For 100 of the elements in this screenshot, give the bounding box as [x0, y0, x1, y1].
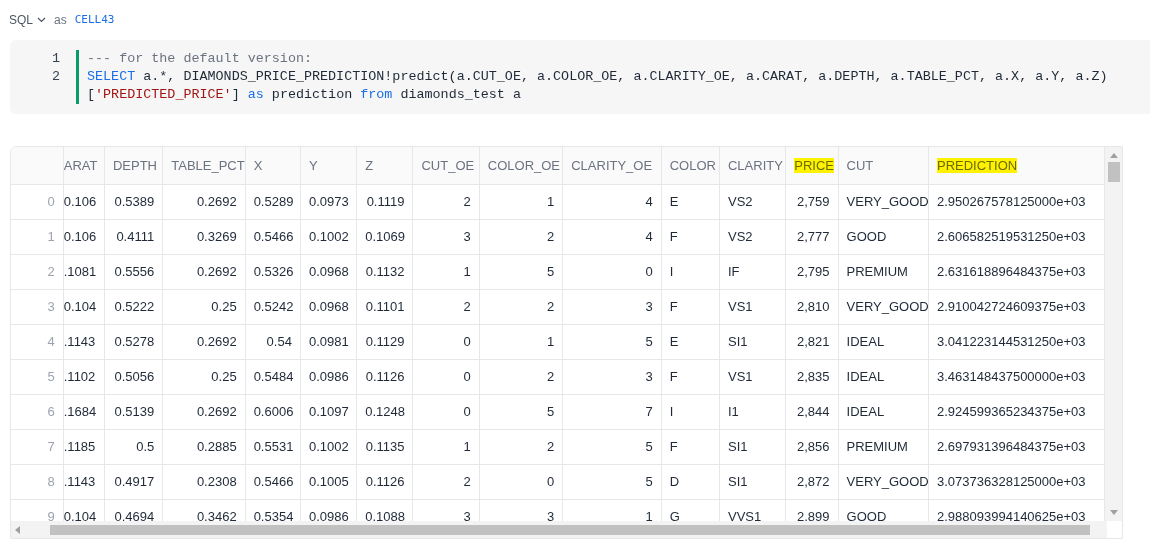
horizontal-scrollbar[interactable] — [11, 521, 1107, 538]
table-cell: .1143 — [63, 333, 96, 349]
table-cell: 0.1129 — [365, 333, 405, 349]
scroll-down-icon — [1109, 510, 1118, 515]
table-cell: 0.104 — [63, 298, 97, 314]
table-cell: 0.2692 — [196, 193, 237, 209]
table-cell: 0.54 — [266, 333, 292, 349]
table-cell: VS1 — [727, 368, 753, 384]
table-cell: 0 — [645, 263, 653, 279]
table-cell: 2.697931396484375e+03 — [937, 438, 1086, 454]
table-cell: I1 — [727, 403, 739, 419]
table-cell: VERY_GOOD — [846, 193, 928, 209]
table-cell: 5 — [546, 403, 555, 419]
table-cell: 0.5242 — [253, 298, 294, 314]
column-header[interactable]: DEPTH — [112, 157, 157, 173]
column-header[interactable]: Z — [365, 157, 374, 173]
table-cell: SI1 — [727, 473, 748, 489]
table-cell: D — [669, 473, 680, 489]
table-cell: 1 — [546, 193, 555, 209]
table-cell: 0.1002 — [308, 438, 349, 454]
table-cell: 0.5222 — [114, 298, 155, 314]
column-header[interactable]: CLARITY_OE — [571, 157, 653, 173]
table-cell: 5 — [645, 473, 653, 489]
table-cell: 4 — [645, 193, 653, 209]
code-editor[interactable] — [10, 40, 1150, 114]
column-header[interactable]: PRICE — [794, 157, 835, 173]
table-cell: I — [669, 263, 674, 279]
code-line: ['PREDICTED_PRICE'] as prediction from diamonds_test a — [87, 86, 522, 104]
table-cell: VS1 — [727, 298, 753, 314]
table-cell: 0.4917 — [114, 473, 155, 489]
table-cell: VERY_GOOD — [846, 298, 928, 314]
table-cell: 2,844 — [797, 403, 830, 419]
table-cell: 2.924599365234375e+03 — [937, 403, 1086, 419]
table-cell: 0.5139 — [114, 403, 155, 419]
column-header[interactable]: COLOR_OE — [487, 157, 561, 173]
scrollbar-thumb[interactable] — [1107, 162, 1120, 182]
column-header[interactable]: Y — [308, 157, 318, 173]
table-cell: 0.1002 — [308, 228, 349, 244]
column-header[interactable]: PREDICTION — [937, 157, 1018, 173]
column-header[interactable]: ARAT — [63, 157, 98, 173]
language-dropdown[interactable]: SQL — [9, 11, 46, 29]
table-cell: 5 — [645, 333, 653, 349]
table-cell: 2 — [546, 438, 555, 454]
table-cell: .1081 — [63, 263, 97, 279]
table-cell: F — [669, 438, 678, 454]
scrollbar-thumb[interactable] — [50, 524, 1090, 535]
table-cell: 2,899 — [797, 508, 830, 524]
table-cell: 0.2308 — [196, 473, 237, 489]
column-header[interactable]: CLARITY — [727, 157, 783, 173]
line-number: 2 — [51, 68, 60, 86]
column-header[interactable]: X — [253, 157, 263, 173]
table-cell: 0.5056 — [114, 368, 155, 384]
table-cell: 0.106 — [63, 193, 97, 209]
table-cell: IF — [727, 263, 740, 279]
column-header[interactable]: TABLE_PCT — [171, 157, 245, 173]
row-index: 0 — [47, 193, 55, 209]
chevron-down-icon — [37, 17, 46, 23]
table-cell: 2,810 — [797, 298, 830, 314]
table-cell: GOOD — [846, 228, 887, 244]
table-cell: 2 — [546, 228, 555, 244]
table-cell: IDEAL — [846, 368, 885, 384]
table-cell: 0.5 — [136, 438, 155, 454]
table-cell: 0.4694 — [114, 508, 155, 524]
table-cell: 2.606582519531250e+03 — [937, 228, 1086, 244]
table-cell: 0.1248 — [365, 403, 405, 419]
column-header[interactable]: CUT_OE — [421, 157, 475, 173]
code-line: SELECT a.*, DIAMONDS_PRICE_PREDICTION!predict(a.CUT_OE, a.COLOR_OE, a.CLARITY_OE, a.CARAT, a.DEPTH, a.TABLE_PCT, a.X, a.Y, a.Z) — [87, 68, 1108, 86]
table-cell: 0.2692 — [196, 263, 237, 279]
table-cell: VVS1 — [727, 508, 762, 524]
table-cell: 3 — [645, 368, 653, 384]
table-cell: 0.5556 — [114, 263, 155, 279]
table-cell: SI1 — [727, 333, 748, 349]
column-header[interactable]: COLOR — [669, 157, 716, 173]
row-index: 2 — [47, 263, 55, 279]
table-cell: 0.5484 — [253, 368, 294, 384]
table-cell: 2,777 — [797, 228, 830, 244]
row-index: 9 — [47, 508, 55, 524]
table-cell: 0.5466 — [253, 228, 294, 244]
table-cell: 0.1097 — [308, 403, 349, 419]
table-cell: .1102 — [63, 368, 96, 384]
table-cell: 0.1069 — [365, 228, 405, 244]
table-cell: 3 — [546, 508, 555, 524]
table-cell: 2,872 — [797, 473, 830, 489]
table-cell: 2 — [463, 298, 471, 314]
cell-name[interactable]: CELL43 — [74, 11, 115, 29]
table-cell: 2.631618896484375e+03 — [937, 263, 1086, 279]
code-line: --- for the default version: — [87, 50, 313, 68]
table-cell: 3.041223144531250e+03 — [937, 333, 1086, 349]
table-cell: 1 — [645, 508, 653, 524]
table-cell: 0.1005 — [308, 473, 349, 489]
table-cell: F — [669, 298, 678, 314]
table-cell: 2,856 — [797, 438, 830, 454]
table-cell: 0.25 — [211, 298, 237, 314]
table-cell: 0.4111 — [116, 228, 155, 244]
column-header[interactable]: CUT — [846, 157, 874, 173]
table-cell: 2,795 — [797, 263, 830, 279]
table-cell: 0.104 — [63, 508, 97, 524]
table-cell: 2.988093994140625e+03 — [937, 508, 1086, 524]
vertical-scrollbar[interactable] — [1105, 147, 1122, 521]
row-index: 1 — [47, 228, 55, 244]
